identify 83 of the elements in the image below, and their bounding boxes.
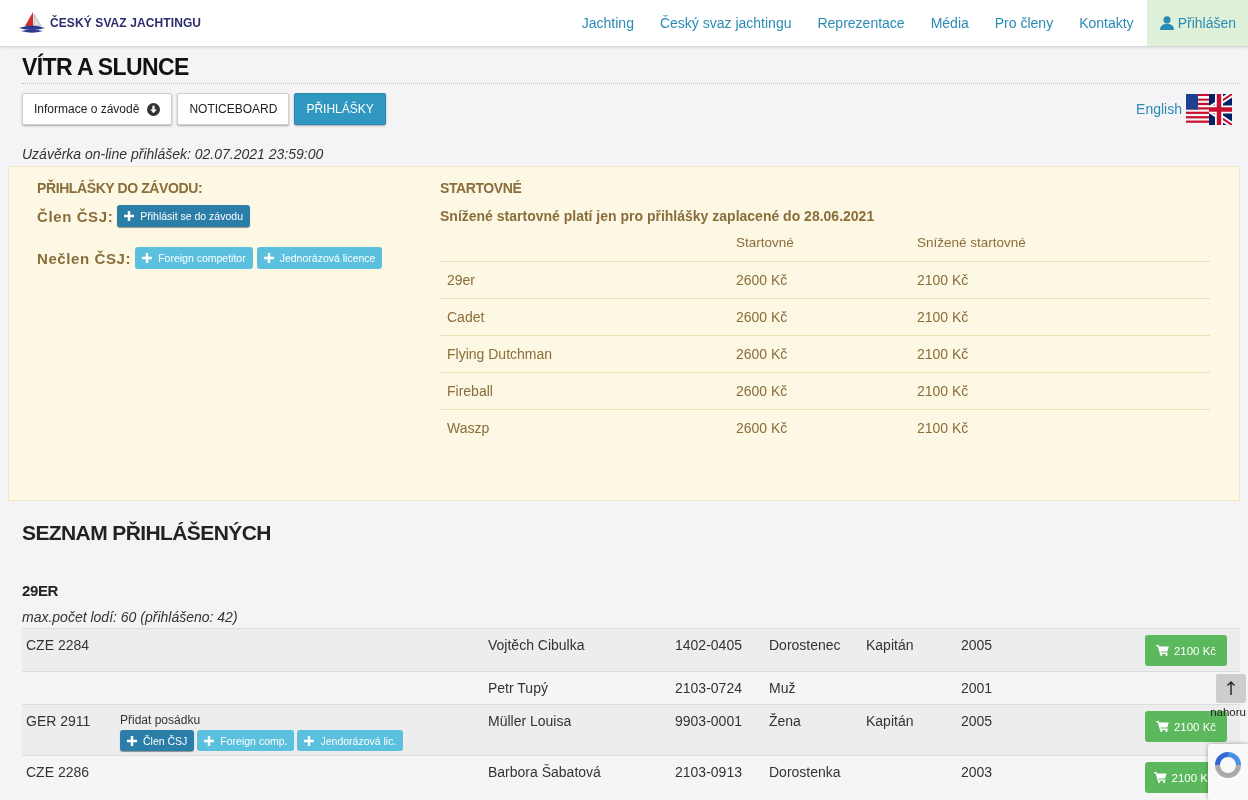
table-cell: 2100 Kč <box>910 298 1210 335</box>
nav-link[interactable]: Média <box>917 0 982 46</box>
panel-heading: PŘIHLÁŠKY DO ZÁVODU: <box>37 179 203 197</box>
nav-link[interactable]: Reprezentace <box>804 0 918 46</box>
deadline-text: Uzávěrka on-line přihlášek: 02.07.2021 23:59:00 <box>22 145 325 163</box>
add-crew-button[interactable]: Jendorázová lic. <box>297 730 404 751</box>
language-link[interactable]: English <box>1136 93 1232 125</box>
pay-button[interactable]: 2100 K <box>1145 762 1208 793</box>
plus-icon <box>142 253 153 263</box>
register-button[interactable]: Přihlásit se do závodu <box>117 205 250 227</box>
table-cell-text: Dorostenka <box>768 763 842 782</box>
flag-icon <box>1186 93 1232 125</box>
table-cell: 2100 Kč <box>910 372 1210 409</box>
nav-link[interactable]: Kontakty <box>1066 0 1147 46</box>
table-cell-text: Petr Tupý <box>487 679 549 698</box>
nav-link[interactable]: Pro členy <box>981 0 1067 46</box>
page-title: VÍTR A SLUNCE <box>22 53 189 81</box>
capacity-text: max.počet lodí: 60 (přihlášeno: 42) <box>22 608 239 626</box>
table-cell-text: CZE 2284 <box>25 636 91 655</box>
table-cell-text: Müller Louisa <box>487 712 573 731</box>
cart-icon <box>1154 772 1167 783</box>
add-crew-label: Přidat posádku <box>120 713 201 727</box>
plus-icon <box>263 253 274 263</box>
table-cell: Flying Dutchman <box>440 335 729 372</box>
user-icon <box>1159 16 1174 30</box>
table-cell-text: 2005 <box>960 712 994 731</box>
table-cell-text: Kapitán <box>865 636 915 655</box>
section-title: SEZNAM PŘIHLÁŠENÝCH <box>22 521 272 545</box>
cart-icon <box>1155 721 1169 732</box>
group-label: Člen ČSJ: <box>37 207 114 225</box>
table-cell-text: Muž <box>768 679 797 698</box>
class-title: 29ER <box>22 582 59 600</box>
table-cell: 2600 Kč <box>729 261 910 298</box>
table-cell-text: 2103-0913 <box>674 763 743 782</box>
plus-icon <box>204 735 215 746</box>
plus-icon <box>124 211 135 221</box>
table-cell: Cadet <box>440 298 729 335</box>
table-cell-text: 2005 <box>960 636 994 655</box>
table-cell-text: 2103-0724 <box>674 679 743 698</box>
table-cell-text: 2003 <box>960 763 994 782</box>
register-button[interactable]: Jednorázová licence <box>256 247 383 269</box>
table-cell-text: CZE 2286 <box>25 763 91 782</box>
table-cell: 2100 Kč <box>910 335 1210 372</box>
table-cell-text: Kapitán <box>865 712 915 731</box>
logo-text[interactable]: ČESKÝ SVAZ JACHTINGU <box>50 16 202 30</box>
column-header: Snížené startovné <box>916 234 1027 252</box>
table-cell: 2600 Kč <box>729 372 910 409</box>
table-cell-text: Žena <box>768 712 802 731</box>
panel-heading: STARTOVNÉ <box>440 179 522 197</box>
circle-down-icon <box>147 102 161 116</box>
column-header: Startovné <box>735 234 795 252</box>
table-cell: 29er <box>440 261 729 298</box>
ring-icon <box>1213 750 1243 780</box>
register-button[interactable]: Foreign competitor <box>135 247 253 269</box>
account-link[interactable]: Přihlášen <box>1146 0 1248 46</box>
nav-link[interactable]: Český svaz jachtingu <box>646 0 805 46</box>
table-cell-text: 2001 <box>960 679 994 698</box>
tab-button[interactable]: PŘIHLÁŠKY <box>294 93 386 125</box>
table-cell: 2100 Kč <box>910 409 1210 446</box>
tab-button[interactable]: Informace o závodě <box>22 93 173 125</box>
table-cell: Fireball <box>440 372 729 409</box>
table-cell-text: Barbora Šabatová <box>487 763 602 782</box>
table-cell: 2600 Kč <box>729 335 910 372</box>
sailboat-icon <box>18 11 46 35</box>
nav-link[interactable]: Jachting <box>568 0 647 46</box>
table-cell: 2600 Kč <box>729 409 910 446</box>
table-cell-text: 1402-0405 <box>674 636 743 655</box>
table-cell-text: Vojtěch Cibulka <box>487 636 586 655</box>
add-crew-button[interactable]: Člen ČSJ <box>120 730 195 751</box>
table-cell-text: 9903-0001 <box>674 712 743 731</box>
table-cell-text: Dorostenec <box>768 636 842 655</box>
plus-icon <box>127 735 137 746</box>
tab-button[interactable]: NOTICEBOARD <box>177 93 290 125</box>
add-crew-button[interactable]: Foreign comp. <box>197 730 295 751</box>
table-cell: 2600 Kč <box>729 298 910 335</box>
cart-icon <box>1155 645 1169 656</box>
group-label: Nečlen ČSJ: <box>37 249 132 267</box>
table-cell: 2100 Kč <box>910 261 1210 298</box>
table-cell: Waszp <box>440 409 729 446</box>
fee-note: Snížené startovné platí jen pro přihlášky zaplacené do 28.06.2021 <box>440 207 875 225</box>
pay-button[interactable]: 2100 Kč <box>1145 635 1227 666</box>
plus-icon <box>304 735 315 746</box>
table-cell-text: GER 2911 <box>25 712 92 731</box>
